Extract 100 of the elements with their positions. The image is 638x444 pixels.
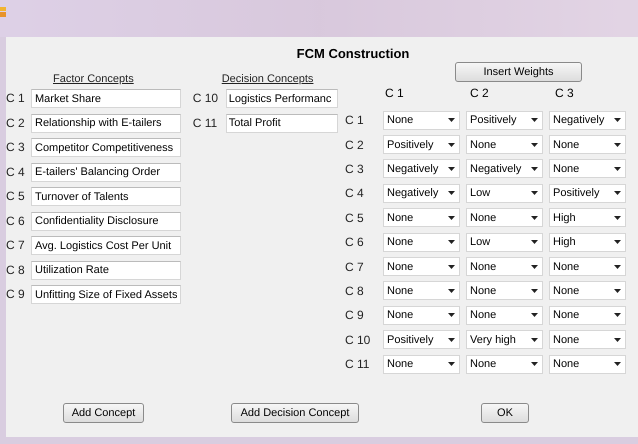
concept-label: C 7 [6,237,26,252]
concept-field[interactable]: Turnover of Talents [31,187,181,206]
row-label: C 3 [345,162,365,176]
caret-icon [448,288,455,293]
concept-label: C 11 [192,114,218,130]
caret-icon [614,240,621,244]
weight-dropdown[interactable]: None [466,257,543,276]
row-label: C 2 [345,138,365,152]
section-heading: Decision Concepts [222,73,314,87]
caret-icon [531,313,538,318]
row-label: C 8 [345,284,365,298]
caret-icon [614,166,621,171]
weight-dropdown[interactable]: Positively [466,110,543,130]
weight-dropdown[interactable]: Low [466,184,543,203]
concept-label: C 6 [6,212,26,228]
caret-icon [531,166,538,171]
caret-icon [448,216,455,220]
weight-dropdown[interactable]: Positively [383,330,460,350]
caret-icon [448,313,455,318]
insert-weights-button[interactable]: Insert Weights [455,62,582,82]
weight-dropdown[interactable]: None [549,135,626,154]
concept-field[interactable]: Utilization Rate [31,260,181,280]
weight-dropdown[interactable]: Low [466,232,543,252]
concept-label: C 8 [6,262,26,276]
caret-icon [531,362,538,366]
weight-dropdown[interactable]: None [383,281,460,300]
weight-dropdown[interactable]: Positively [383,135,460,154]
weight-dropdown[interactable]: None [383,208,460,228]
caret-icon [448,240,455,244]
weight-dropdown[interactable]: None [466,354,543,374]
caret-icon [448,118,455,122]
caret-icon [448,338,455,342]
weight-dropdown[interactable]: None [549,257,626,276]
concept-field[interactable]: Unfitting Size of Fixed Assets [31,285,181,304]
caret-icon [448,362,455,366]
weight-dropdown[interactable]: None [466,135,543,154]
row-label: C 10 [345,332,372,347]
concept-label: C 3 [6,139,26,154]
weight-dropdown[interactable]: None [466,306,543,325]
caret-icon [448,166,455,171]
row-label: C 1 [345,113,365,128]
concept-field[interactable]: Total Profit [226,114,338,132]
row-label: C 5 [345,210,365,225]
weight-dropdown[interactable]: Very high [466,330,543,350]
caret-icon [531,264,538,269]
weight-dropdown[interactable]: Negatively [383,159,460,178]
concept-field[interactable]: Relationship with E-tailers [31,114,181,132]
concept-field[interactable]: Confidentiality Disclosure [31,212,181,230]
weight-dropdown[interactable]: High [549,208,626,228]
weight-dropdown[interactable]: None [383,257,460,276]
caret-icon [614,288,621,293]
concept-field[interactable]: Avg. Logistics Cost Per Unit [31,236,181,255]
caret-icon [614,362,621,366]
row-label: C 4 [345,186,365,200]
row-label: C 7 [345,260,365,274]
caret-icon [614,191,621,196]
caret-icon [448,191,455,196]
caret-icon [448,142,455,147]
section-heading: Factor Concepts [53,73,134,87]
form-title: FCM Construction [296,46,410,61]
concept-field[interactable]: Market Share [31,89,181,108]
concept-label: C 10 [192,90,220,105]
weight-dropdown[interactable]: None [383,306,460,325]
weight-dropdown[interactable]: None [383,110,460,130]
caret-icon [614,216,621,220]
column-header: C 1 [384,86,405,100]
concept-label: C 1 [6,90,26,105]
row-label: C 11 [345,357,370,372]
weight-dropdown[interactable]: None [549,354,626,374]
weight-dropdown[interactable]: Negatively [549,110,626,130]
caret-icon [614,264,621,269]
caret-icon [614,118,621,122]
caret-icon [448,264,455,269]
weight-dropdown[interactable]: High [549,232,626,252]
weight-dropdown[interactable]: None [466,281,543,300]
caret-icon [531,142,538,147]
weight-dropdown[interactable]: None [383,354,460,374]
row-label: C 6 [345,235,365,250]
concept-label: C 5 [6,188,26,203]
weight-dropdown[interactable]: Positively [549,184,626,203]
concept-label: C 9 [6,286,26,301]
caret-icon [614,142,621,147]
concept-field[interactable]: E-tailers' Balancing Order [31,162,181,182]
weight-dropdown[interactable]: None [466,208,543,228]
caret-icon [531,240,538,244]
weight-dropdown[interactable]: None [549,159,626,178]
weight-dropdown[interactable]: Negatively [466,159,543,178]
caret-icon [531,191,538,196]
app-icon [0,6,6,16]
weight-dropdown[interactable]: None [383,232,460,252]
form-button[interactable]: Add Decision Concept [231,403,359,423]
weight-dropdown[interactable]: None [549,306,626,325]
form-button[interactable]: Add Concept [63,403,144,423]
form-button[interactable]: OK [481,403,529,423]
concept-field[interactable]: Logistics Performanc [226,89,338,108]
concept-field[interactable]: Competitor Competitiveness [31,138,181,157]
weight-dropdown[interactable]: Negatively [383,184,460,203]
weight-dropdown[interactable]: None [549,330,626,350]
weight-dropdown[interactable]: None [549,281,626,300]
caret-icon [531,288,538,293]
